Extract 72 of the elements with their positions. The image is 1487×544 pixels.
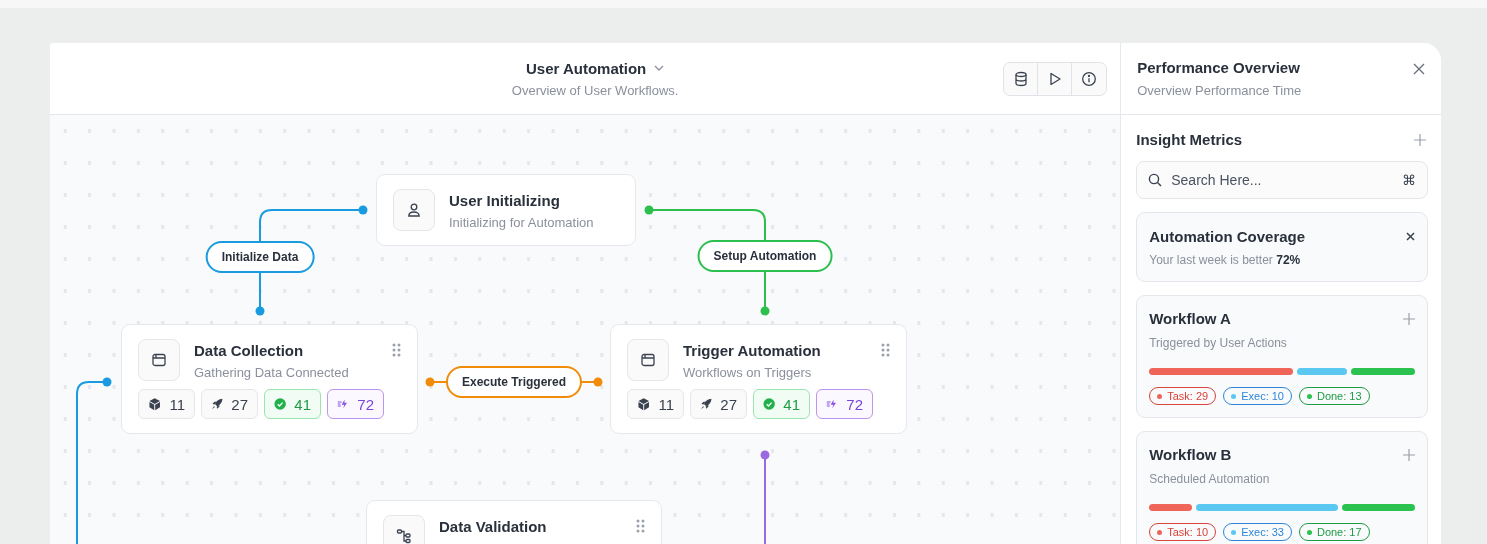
- plus-icon[interactable]: [1403, 312, 1415, 325]
- progress-segment: [1149, 504, 1193, 511]
- card-subtitle: Scheduled Automation: [1149, 472, 1271, 486]
- workflow-node[interactable]: Data Validation: [366, 500, 662, 544]
- tag-label: Exec:: [1241, 390, 1269, 402]
- database-icon: [1012, 71, 1029, 87]
- rocket-icon: [700, 397, 713, 411]
- node-subtitle: Gathering Data Connected: [194, 365, 350, 380]
- window-icon: [138, 339, 180, 381]
- drag-handle-icon[interactable]: [881, 343, 890, 357]
- tag-label: Task:: [1167, 526, 1193, 538]
- shortcut-key: ⌘: [1402, 172, 1416, 188]
- workflow-node[interactable]: User Initializing Initializing for Automation: [376, 174, 636, 246]
- search-icon: [1148, 173, 1163, 187]
- cube-icon: [637, 397, 651, 411]
- window-icon: [627, 339, 669, 381]
- node-title: User Initializing: [449, 192, 561, 209]
- tag-label: Done:: [1316, 390, 1347, 402]
- edge-label[interactable]: Execute Triggered: [446, 366, 582, 398]
- node-title: Data Validation: [439, 518, 548, 535]
- tag-count: 13: [1349, 390, 1362, 402]
- edge-label[interactable]: Setup Automation: [697, 240, 833, 272]
- stat-count: 72: [357, 395, 374, 413]
- cube-icon: [148, 397, 162, 411]
- workflow-node[interactable]: Trigger Automation Workflows on Triggers 11 27 41 72: [610, 324, 907, 434]
- info-icon: [1081, 71, 1098, 87]
- node-title: Trigger Automation: [683, 342, 822, 359]
- tag-count: 17: [1349, 526, 1362, 538]
- section-title: Insight Metrics: [1136, 131, 1243, 148]
- workflow-subtitle: Overview of User Workflows.: [511, 82, 679, 98]
- stat-count: 11: [169, 395, 185, 413]
- progress-segment: [1297, 368, 1347, 375]
- stat-count: 41: [294, 395, 311, 413]
- tag-count: 10: [1271, 390, 1284, 402]
- check-circle-icon: [763, 397, 776, 411]
- bolt-icon: [826, 397, 839, 411]
- workflow-node[interactable]: Data Collection Gathering Data Connected 11 27 41 72: [121, 324, 418, 434]
- tag-label: Done:: [1316, 526, 1347, 538]
- tag-count: 29: [1195, 390, 1209, 402]
- edge-label[interactable]: Initialize Data: [205, 241, 315, 273]
- tag-label: Task:: [1167, 390, 1193, 402]
- stat-count: 27: [231, 395, 248, 413]
- rocket-icon: [211, 397, 224, 411]
- check-circle-icon: [274, 397, 287, 411]
- stat-count: 72: [846, 395, 863, 413]
- bolt-icon: [337, 397, 350, 411]
- panel-subtitle: Overview Performance Time: [1137, 83, 1302, 98]
- card-title: Automation Coverage: [1149, 228, 1306, 245]
- stat-count: 41: [783, 395, 800, 413]
- drag-handle-icon[interactable]: [392, 343, 401, 357]
- panel-title: Performance Overview: [1137, 59, 1301, 76]
- chevron-down-icon[interactable]: [654, 65, 665, 71]
- node-subtitle: Workflows on Triggers: [683, 365, 813, 380]
- stat-count: 27: [720, 395, 737, 413]
- close-icon[interactable]: [1406, 232, 1415, 241]
- coverage-text: Your last week is better 72%: [1149, 253, 1302, 267]
- card-title: Workflow B: [1149, 446, 1232, 463]
- tag-label: Exec:: [1241, 526, 1269, 538]
- plus-icon[interactable]: [1403, 448, 1415, 461]
- drag-handle-icon[interactable]: [636, 519, 645, 533]
- stat-count: 11: [658, 395, 674, 413]
- tag-count: 10: [1195, 526, 1209, 538]
- plus-icon[interactable]: [1414, 133, 1426, 146]
- close-icon[interactable]: [1413, 63, 1425, 75]
- progress-segment: [1350, 368, 1415, 375]
- node-title: Data Collection: [194, 342, 305, 359]
- tag-count: 33: [1271, 526, 1284, 538]
- node-subtitle: Initializing for Automation: [449, 215, 595, 230]
- card-title: Workflow A: [1149, 310, 1231, 327]
- workflow-title: User Automation: [525, 59, 647, 77]
- card-subtitle: Triggered by User Actions: [1149, 336, 1288, 350]
- user-icon: [393, 189, 435, 231]
